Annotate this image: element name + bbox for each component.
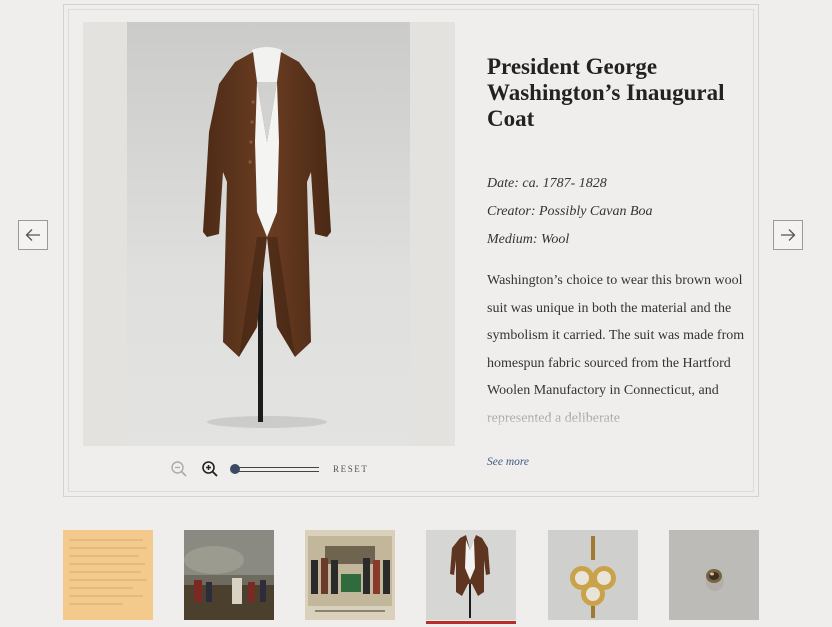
thumbnail-document[interactable] <box>63 530 153 620</box>
thumbnail-locket[interactable] <box>548 530 638 620</box>
arrow-right-icon <box>781 229 796 241</box>
artifact-title: President George Washington’s Inaugural … <box>487 54 725 131</box>
previous-button[interactable] <box>18 220 48 250</box>
artifact-image-frame[interactable] <box>83 22 455 446</box>
zoom-slider-track <box>231 467 319 472</box>
zoom-in-icon[interactable] <box>201 460 219 478</box>
reset-button[interactable]: RESET <box>333 464 369 474</box>
zoom-controls: RESET <box>170 460 390 478</box>
coat-image <box>203 47 331 428</box>
next-button[interactable] <box>773 220 803 250</box>
thumbnail-battle-painting[interactable] <box>184 530 274 620</box>
see-more-link[interactable]: See more <box>487 456 529 468</box>
artifact-date: Date: ca. 1787- 1828 <box>487 176 607 191</box>
artifact-image <box>127 22 410 446</box>
artifact-metadata: Date: ca. 1787- 1828 Creator: Possibly C… <box>487 170 747 254</box>
artifact-info: President George Washington’s Inaugural … <box>487 54 747 432</box>
arrow-left-icon <box>25 229 40 241</box>
zoom-slider[interactable] <box>230 464 319 474</box>
artifact-creator: Creator: Possibly Cavan Boa <box>487 204 653 219</box>
thumbnail-inauguration-print[interactable] <box>305 530 395 620</box>
thumbnail-coat[interactable] <box>426 530 516 624</box>
artifact-description: Washington’s choice to wear this brown w… <box>487 267 747 432</box>
zoom-slider-handle[interactable] <box>230 464 240 474</box>
thumbnail-button-object[interactable] <box>669 530 759 620</box>
thumbnail-strip <box>63 530 763 627</box>
artifact-medium: Medium: Wool <box>487 232 570 247</box>
zoom-out-icon[interactable] <box>170 460 188 478</box>
